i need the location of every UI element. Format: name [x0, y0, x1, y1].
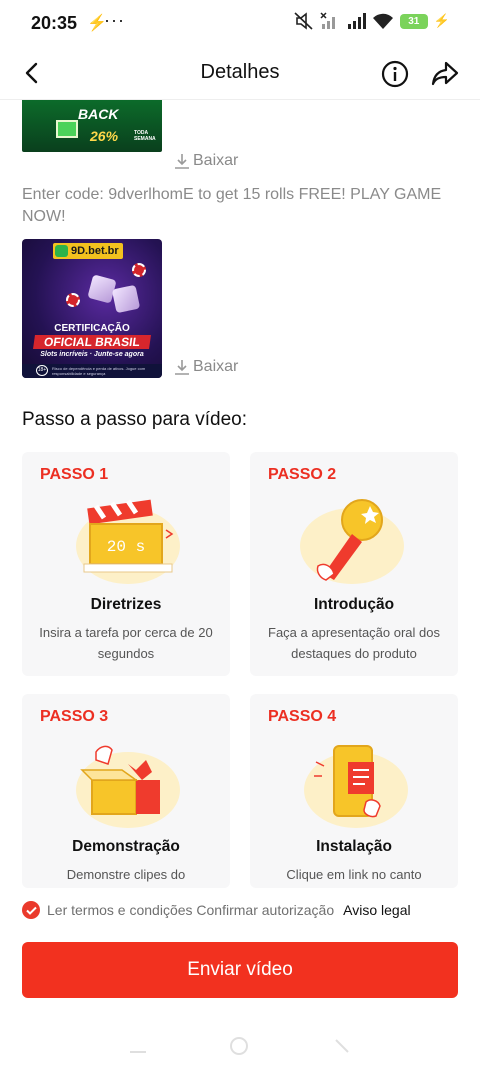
phone-tap-icon — [304, 745, 408, 828]
step-desc: Clique em link no canto — [286, 867, 422, 882]
gift-icon — [56, 120, 78, 138]
info-icon — [381, 60, 409, 88]
step-label: PASSO 3 — [40, 708, 109, 725]
casino-chip-icon — [132, 263, 146, 277]
submit-video-button[interactable]: Enviar vídeo — [22, 942, 458, 998]
clapperboard-timer-icon: 20 s — [76, 499, 180, 584]
no-sim-signal-icon — [320, 12, 335, 29]
timer-text: 20 s — [107, 538, 145, 556]
step-desc: Insira a tarefa por cerca de 20 segundos — [39, 625, 213, 661]
open-box-icon — [76, 745, 180, 828]
battery-charging-icon: ⚡ — [433, 13, 450, 28]
step-desc: Demonstre clipes do — [66, 867, 186, 882]
step-name: Diretrizes — [90, 596, 162, 613]
banner-cert: CERTIFICAÇÃO — [54, 323, 130, 334]
cashback-banner-image[interactable]: BACK 26% TODA SEMANA — [22, 100, 162, 152]
back-nav-icon[interactable] — [332, 1036, 352, 1054]
banner-fine-print: Risco de dependência e perda de ativos. … — [52, 366, 146, 376]
casino-chip-icon — [66, 293, 80, 307]
step-name: Demonstração — [72, 838, 180, 855]
legal-notice-link[interactable]: Aviso legal — [343, 902, 410, 918]
battery-icon: 31 — [399, 13, 428, 29]
step-label: PASSO 2 — [268, 466, 337, 483]
promo-text: Enter code: 9dverlhomE to get 15 rolls F… — [22, 186, 442, 225]
step-name: Introdução — [313, 596, 395, 613]
step-desc: Faça a apresentação oral dos destaques d… — [268, 625, 440, 661]
9d-bet-banner-image[interactable]: 9D.bet.br CERTIFICAÇÃO OFICIAL BRASIL Sl… — [22, 239, 162, 378]
step-card-2: PASSO 2 Introdução Faça a apresentação o… — [250, 452, 458, 676]
status-bar: 20:35 ⚡ ··· 31 ⚡ — [0, 0, 480, 46]
check-icon — [25, 906, 37, 915]
step-label: PASSO 4 — [268, 708, 337, 725]
dice-icon — [111, 284, 141, 314]
banner-tag: TODA SEMANA — [134, 130, 156, 142]
terms-row: Ler termos e condições Confirmar autoriz… — [22, 901, 411, 919]
download-icon — [175, 153, 189, 169]
download-button-1[interactable]: Baixar — [174, 152, 238, 170]
signal-icon — [347, 13, 366, 29]
steps-section-title: Passo a passo para vídeo: — [22, 409, 247, 430]
banner-tag-line2: SEMANA — [134, 136, 156, 142]
download-icon — [175, 359, 189, 375]
recent-apps-icon[interactable] — [128, 1036, 148, 1054]
share-icon — [431, 61, 459, 86]
dice-icon — [87, 274, 117, 304]
home-icon[interactable] — [228, 1036, 250, 1056]
step-card-3: PASSO 3 Demonstração Demonstre clipes do — [22, 694, 230, 888]
mute-icon — [294, 12, 313, 30]
wifi-icon — [372, 13, 393, 29]
banner-word: BACK — [78, 106, 119, 122]
download-label: Baixar — [193, 152, 239, 169]
step-name: Instalação — [316, 838, 392, 855]
system-navigation-bar — [0, 1022, 480, 1068]
terms-text[interactable]: Ler termos e condições Confirmar autoriz… — [47, 902, 334, 918]
top-app-bar: Detalhes — [0, 46, 480, 100]
banner-slots: Slots incríveis · Junte-se agora — [40, 351, 144, 358]
status-time: 20:35 — [31, 13, 78, 33]
logo-text: 9D.bet.br — [71, 245, 119, 257]
banner-oficial: OFICIAL BRASIL — [33, 335, 151, 349]
status-icons: 31 ⚡ — [294, 12, 450, 30]
battery-level: 31 — [399, 13, 428, 29]
banner-footer: 18+ Risco de dependência e perda de ativ… — [22, 364, 162, 378]
banner-percent: 26% — [90, 128, 119, 144]
share-button[interactable] — [430, 58, 460, 88]
info-button[interactable] — [380, 59, 410, 89]
age-badge: 18+ — [36, 365, 48, 376]
more-notifications-icon: ··· — [104, 10, 125, 30]
step-card-4: PASSO 4 Instalação Clique em link no can… — [250, 694, 458, 888]
9d-logo: 9D.bet.br — [53, 243, 123, 259]
microphone-icon — [300, 499, 404, 584]
terms-checkbox[interactable] — [22, 901, 40, 919]
download-label: Baixar — [193, 358, 239, 375]
step-card-1: PASSO 1 20 s Diretrizes Insira a tarefa … — [22, 452, 230, 676]
logo-mark-icon — [55, 245, 68, 257]
download-button-2[interactable]: Baixar — [174, 358, 238, 376]
step-label: PASSO 1 — [40, 466, 109, 483]
